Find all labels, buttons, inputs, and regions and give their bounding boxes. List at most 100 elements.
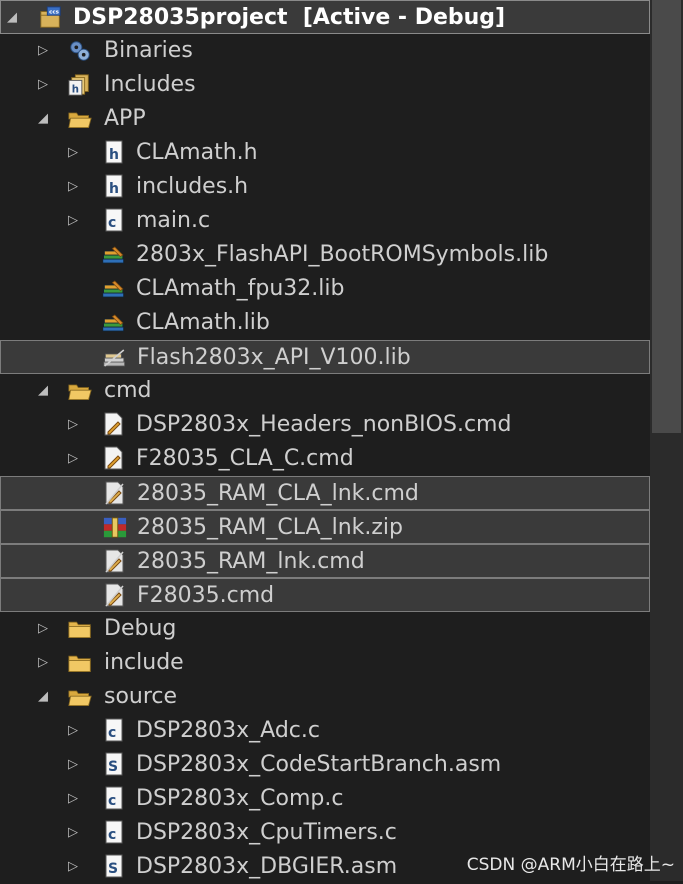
excluded-library-icon xyxy=(103,346,127,370)
expanded-arrow-icon[interactable]: ◢ xyxy=(34,680,52,714)
tree-item-app[interactable]: ◢ APP xyxy=(0,102,650,136)
includes-icon: h xyxy=(68,73,92,97)
svg-text:S: S xyxy=(108,861,118,877)
tree-item-label: DSP2803x_Comp.c xyxy=(136,786,344,811)
c-file-icon: c xyxy=(102,786,126,811)
collapsed-arrow-icon[interactable]: ▷ xyxy=(64,748,82,782)
tree-item-f28035-cla-c[interactable]: ▷ F28035_CLA_C.cmd xyxy=(0,442,650,476)
c-file-icon: c xyxy=(102,208,126,233)
svg-text:c: c xyxy=(108,725,116,741)
tree-item-label: DSP2803x_Headers_nonBIOS.cmd xyxy=(136,412,512,437)
tree-item-comp-c[interactable]: ▷ c DSP2803x_Comp.c xyxy=(0,782,650,816)
collapsed-arrow-icon[interactable]: ▷ xyxy=(34,68,52,102)
library-icon xyxy=(102,243,126,267)
tree-item-adc-c[interactable]: ▷ c DSP2803x_Adc.c xyxy=(0,714,650,748)
tree-item-label: CLAmath_fpu32.lib xyxy=(136,276,345,301)
folder-open-icon xyxy=(68,107,92,131)
project-root[interactable]: ◢ ccs DSP28035project [Active - Debug] xyxy=(0,0,650,34)
folder-icon xyxy=(68,651,92,675)
tree-item-label: F28035.cmd xyxy=(137,583,275,608)
tree-item-label: APP xyxy=(104,106,146,131)
header-file-icon: h xyxy=(102,140,126,165)
binaries-icon xyxy=(68,39,92,63)
expanded-arrow-icon[interactable]: ◢ xyxy=(34,374,52,408)
tree-item-label: 28035_RAM_CLA_lnk.zip xyxy=(137,515,403,540)
tree-item-f28035-cmd[interactable]: F28035.cmd xyxy=(0,578,650,612)
tree-item-label: 2803x_FlashAPI_BootROMSymbols.lib xyxy=(136,242,549,267)
tree-item-flash2803x-api[interactable]: Flash2803x_API_V100.lib xyxy=(0,340,650,374)
collapsed-arrow-icon[interactable]: ▷ xyxy=(64,442,82,476)
svg-text:h: h xyxy=(109,147,119,163)
collapsed-arrow-icon[interactable]: ▷ xyxy=(64,782,82,816)
svg-text:c: c xyxy=(108,793,116,809)
tree-item-label: 28035_RAM_lnk.cmd xyxy=(137,549,365,574)
tree-item-label: include xyxy=(104,650,184,675)
tree-item-includes-h[interactable]: ▷ h includes.h xyxy=(0,170,650,204)
library-icon xyxy=(102,311,126,335)
tree-item-headers-nonbios[interactable]: ▷ DSP2803x_Headers_nonBIOS.cmd xyxy=(0,408,650,442)
excluded-cmd-icon xyxy=(103,481,127,506)
tree-item-include[interactable]: ▷ include xyxy=(0,646,650,680)
excluded-cmd-icon xyxy=(103,583,127,608)
collapsed-arrow-icon[interactable]: ▷ xyxy=(34,612,52,646)
tree-item-label: includes.h xyxy=(136,174,249,199)
tree-item-label: cmd xyxy=(104,378,152,403)
folder-open-icon xyxy=(68,685,92,709)
tree-item-ram-lnk-cmd[interactable]: 28035_RAM_lnk.cmd xyxy=(0,544,650,578)
collapsed-arrow-icon[interactable]: ▷ xyxy=(34,646,52,680)
tree-item-label: F28035_CLA_C.cmd xyxy=(136,446,354,471)
collapsed-arrow-icon[interactable]: ▷ xyxy=(64,204,82,238)
expanded-arrow-icon[interactable]: ◢ xyxy=(3,1,21,35)
collapsed-arrow-icon[interactable]: ▷ xyxy=(64,408,82,442)
tree-item-main-c[interactable]: ▷ c main.c xyxy=(0,204,650,238)
tree-item-flashapi-bootrom[interactable]: 2803x_FlashAPI_BootROMSymbols.lib xyxy=(0,238,650,272)
ccs-project-icon: ccs xyxy=(39,6,63,30)
collapsed-arrow-icon[interactable]: ▷ xyxy=(64,136,82,170)
expanded-arrow-icon[interactable]: ◢ xyxy=(34,102,52,136)
project-state: [Active - Debug] xyxy=(302,5,506,30)
scrollbar-thumb[interactable] xyxy=(652,0,681,433)
tree-item-clamath-lib[interactable]: CLAmath.lib xyxy=(0,306,650,340)
tree-item-label: Debug xyxy=(104,616,177,641)
excluded-cmd-icon xyxy=(103,549,127,574)
collapsed-arrow-icon[interactable]: ▷ xyxy=(64,850,82,884)
tree-item-cputimers-c[interactable]: ▷ c DSP2803x_CpuTimers.c xyxy=(0,816,650,850)
tree-item-clamath-fpu32[interactable]: CLAmath_fpu32.lib xyxy=(0,272,650,306)
tree-item-label: Binaries xyxy=(104,38,193,63)
tree-item-ram-cla-lnk-zip[interactable]: 28035_RAM_CLA_lnk.zip xyxy=(0,510,650,544)
tree-item-label: DSP2803x_CodeStartBranch.asm xyxy=(136,752,502,777)
svg-text:h: h xyxy=(72,84,79,95)
cmd-file-icon xyxy=(102,412,126,437)
tree-item-label: 28035_RAM_CLA_lnk.cmd xyxy=(137,481,419,506)
collapsed-arrow-icon[interactable]: ▷ xyxy=(64,714,82,748)
svg-text:c: c xyxy=(108,215,116,231)
tree-item-cmd[interactable]: ◢ cmd xyxy=(0,374,650,408)
zip-archive-icon xyxy=(103,516,127,540)
tree-item-codestartbranch[interactable]: ▷ S DSP2803x_CodeStartBranch.asm xyxy=(0,748,650,782)
tree-item-label: DSP2803x_CpuTimers.c xyxy=(136,820,397,845)
tree-item-source[interactable]: ◢ source xyxy=(0,680,650,714)
tree-item-debug[interactable]: ▷ Debug xyxy=(0,612,650,646)
header-file-icon: h xyxy=(102,174,126,199)
svg-text:h: h xyxy=(109,181,119,197)
project-name: DSP28035project xyxy=(73,5,288,30)
tree-item-ram-cla-lnk-cmd[interactable]: 28035_RAM_CLA_lnk.cmd xyxy=(0,476,650,510)
tree-item-binaries[interactable]: ▷ Binaries xyxy=(0,34,650,68)
c-file-icon: c xyxy=(102,718,126,743)
cmd-file-icon xyxy=(102,446,126,471)
library-icon xyxy=(102,277,126,301)
tree-item-label: Includes xyxy=(104,72,196,97)
tree-item-label: DSP2803x_Adc.c xyxy=(136,718,320,743)
collapsed-arrow-icon[interactable]: ▷ xyxy=(34,34,52,68)
tree-item-label: Flash2803x_API_V100.lib xyxy=(137,345,411,370)
tree-item-clamath-h[interactable]: ▷ h CLAmath.h xyxy=(0,136,650,170)
c-file-icon: c xyxy=(102,820,126,845)
collapsed-arrow-icon[interactable]: ▷ xyxy=(64,170,82,204)
tree-item-includes[interactable]: ▷ h Includes xyxy=(0,68,650,102)
svg-text:c: c xyxy=(108,827,116,843)
watermark: CSDN @ARM小白在路上~ xyxy=(466,855,675,875)
collapsed-arrow-icon[interactable]: ▷ xyxy=(64,816,82,850)
svg-text:S: S xyxy=(108,759,118,775)
tree-item-label: main.c xyxy=(136,208,211,233)
folder-icon xyxy=(68,617,92,641)
